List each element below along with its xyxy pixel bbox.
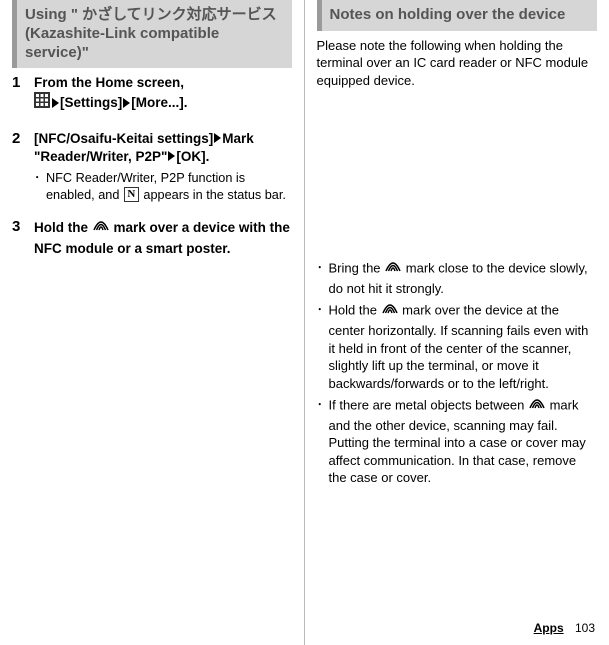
triangle-icon bbox=[214, 133, 221, 143]
bullet-dot: ･ bbox=[317, 259, 329, 297]
step-item: 1 From the Home screen, bbox=[12, 74, 292, 115]
nfc-mark-icon bbox=[529, 396, 545, 415]
step-item: 2 [NFC/Osaifu-Keitai settings]Mark "Read… bbox=[12, 130, 292, 205]
text-fragment: Bring the bbox=[329, 261, 385, 276]
step-item: 3 Hold the mark over a device with the N… bbox=[12, 218, 292, 257]
step-text: [OK]. bbox=[176, 149, 209, 164]
list-item: ･ Hold the mark over the device at the c… bbox=[317, 301, 598, 392]
page-footer: Apps 103 bbox=[534, 621, 595, 635]
right-bullet-list: ･ Bring the mark close to the device slo… bbox=[317, 259, 598, 487]
step-number: 3 bbox=[12, 218, 34, 257]
intro-text: Please note the following when holding t… bbox=[317, 37, 598, 90]
text-fragment: Hold the bbox=[329, 303, 381, 318]
text-fragment: If there are metal objects between bbox=[329, 398, 528, 413]
left-column: Using " かざしてリンク対応サービス (Kazashite-Link co… bbox=[0, 0, 305, 645]
bullet-dot: ･ bbox=[34, 170, 46, 204]
bullet-text: Bring the mark close to the device slowl… bbox=[329, 259, 598, 297]
nfc-n-icon: N bbox=[124, 187, 139, 202]
left-section-header: Using " かざしてリンク対応サービス (Kazashite-Link co… bbox=[12, 0, 292, 68]
nfc-mark-icon bbox=[385, 259, 401, 278]
bullet-dot: ･ bbox=[317, 396, 329, 487]
step-number: 1 bbox=[12, 74, 34, 115]
sub-bullet-text: NFC Reader/Writer, P2P function is enabl… bbox=[46, 170, 292, 204]
nfc-mark-icon bbox=[382, 301, 398, 320]
step-title: [NFC/Osaifu-Keitai settings]Mark "Reader… bbox=[34, 130, 292, 166]
triangle-icon bbox=[168, 151, 175, 161]
step-title: Hold the mark over a device with the NFC… bbox=[34, 218, 292, 257]
step-body: From the Home screen, bbox=[34, 74, 292, 115]
step-sub-bullet: ･ NFC Reader/Writer, P2P function is ena… bbox=[34, 170, 292, 204]
bullet-text: If there are metal objects between mark … bbox=[329, 396, 598, 487]
step-text: [Settings] bbox=[60, 96, 122, 111]
step-text: [NFC/Osaifu-Keitai settings] bbox=[34, 131, 213, 146]
bullet-dot: ･ bbox=[317, 301, 329, 392]
list-item: ･ If there are metal objects between mar… bbox=[317, 396, 598, 487]
step-body: [NFC/Osaifu-Keitai settings]Mark "Reader… bbox=[34, 130, 292, 205]
footer-section: Apps bbox=[534, 621, 564, 635]
page-number: 103 bbox=[575, 621, 595, 635]
triangle-icon bbox=[52, 98, 59, 108]
right-column: Notes on holding over the device Please … bbox=[305, 0, 609, 645]
text-fragment: appears in the status bar. bbox=[140, 188, 286, 202]
step-text: Hold the bbox=[34, 221, 92, 236]
step-number: 2 bbox=[12, 130, 34, 205]
step-body: Hold the mark over a device with the NFC… bbox=[34, 218, 292, 257]
triangle-icon bbox=[123, 98, 130, 108]
step-title: From the Home screen, bbox=[34, 74, 292, 115]
steps-list: 1 From the Home screen, bbox=[12, 74, 292, 258]
bullet-text: Hold the mark over the device at the cen… bbox=[329, 301, 598, 392]
list-item: ･ Bring the mark close to the device slo… bbox=[317, 259, 598, 297]
nfc-mark-icon bbox=[93, 218, 109, 237]
step-text: From the Home screen, bbox=[34, 75, 184, 90]
right-section-header: Notes on holding over the device bbox=[317, 0, 598, 31]
step-text: [More...]. bbox=[131, 96, 187, 111]
home-grid-icon bbox=[34, 92, 50, 113]
